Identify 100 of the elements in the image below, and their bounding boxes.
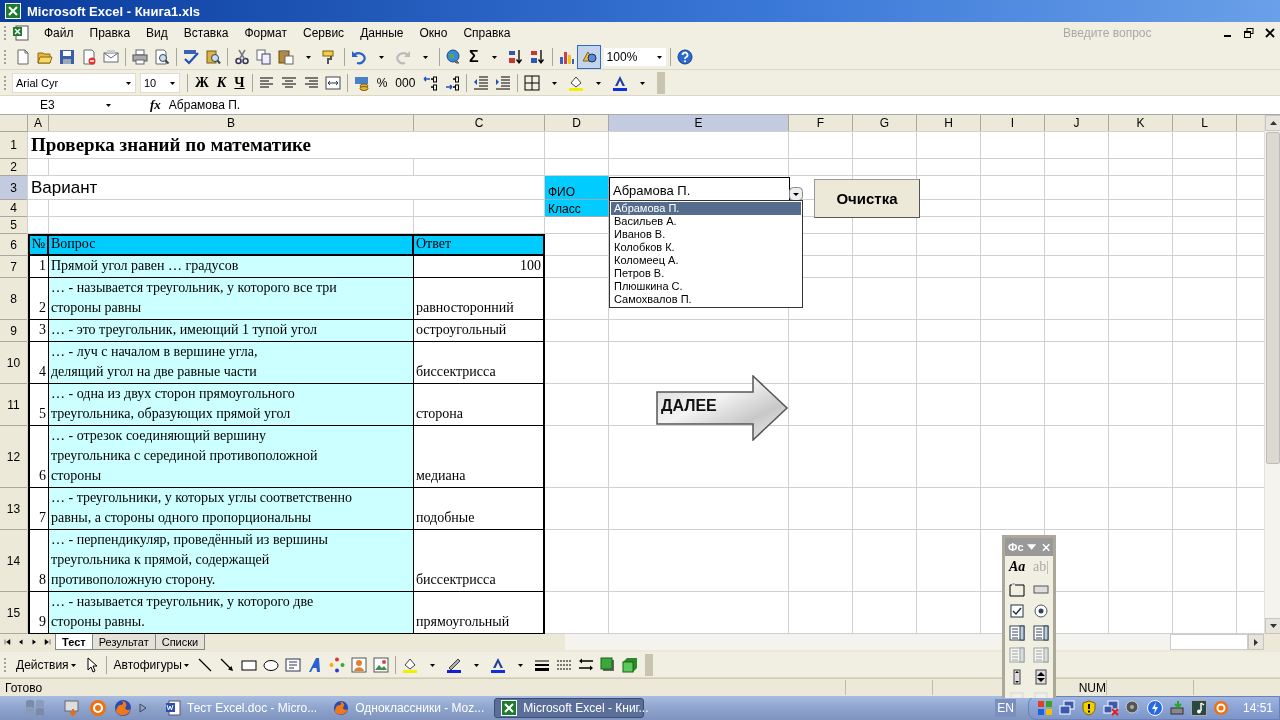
row-header[interactable]: 3 — [0, 176, 28, 200]
row-header[interactable]: 1 — [0, 132, 28, 159]
currency-icon[interactable] — [353, 74, 370, 91]
scroll-thumb[interactable] — [1170, 634, 1248, 650]
sheet-tab[interactable]: Результат — [91, 634, 156, 650]
scroll-down-button[interactable] — [1265, 618, 1280, 634]
name-combo-box[interactable]: Абрамова П. — [609, 177, 790, 201]
decrease-indent-icon[interactable] — [473, 74, 490, 91]
menu-item[interactable]: Формат — [236, 26, 296, 40]
scroll-right-button[interactable] — [1248, 634, 1264, 650]
arrow-icon[interactable] — [218, 656, 235, 673]
menu-item[interactable]: Справка — [455, 26, 519, 40]
print-preview-icon[interactable] — [154, 48, 170, 65]
increase-decimal-icon[interactable] — [422, 74, 439, 91]
thousands-button[interactable]: 000 — [391, 71, 420, 94]
name-box[interactable]: E3 — [0, 97, 112, 113]
fill-color-icon[interactable] — [401, 656, 418, 673]
autosum-button[interactable]: Σ — [465, 45, 483, 68]
list-option[interactable]: Абрамова П. — [611, 202, 801, 215]
last-icon[interactable] — [42, 638, 52, 646]
expand-arrow-icon[interactable] — [139, 703, 147, 713]
align-center-icon[interactable] — [280, 74, 297, 91]
list-option[interactable]: Петров В. — [611, 267, 801, 280]
music-note-icon[interactable] — [1190, 700, 1207, 716]
fill-color-icon[interactable] — [568, 74, 585, 91]
wordart-icon[interactable] — [306, 656, 323, 673]
lightning-icon[interactable] — [1146, 700, 1163, 716]
ring-app-icon[interactable] — [89, 699, 107, 717]
row-header[interactable]: 14 — [0, 530, 28, 592]
group-box-icon[interactable] — [1009, 581, 1025, 597]
start-button-icon[interactable] — [24, 698, 46, 718]
increase-indent-icon[interactable] — [495, 74, 512, 91]
radio-button-icon[interactable] — [1033, 603, 1049, 619]
spelling-icon[interactable] — [183, 48, 199, 65]
label-tool-button[interactable]: Aa — [1008, 559, 1026, 575]
merge-center-icon[interactable] — [324, 74, 341, 91]
clipart-icon[interactable] — [350, 656, 367, 673]
row-header[interactable]: 9 — [0, 320, 28, 342]
close-icon[interactable] — [1265, 28, 1275, 38]
hyperlink-icon[interactable] — [446, 48, 462, 65]
row-header[interactable]: 10 — [0, 342, 28, 384]
email-icon[interactable] — [103, 48, 119, 65]
checkbox-icon[interactable] — [1009, 603, 1025, 619]
row-header[interactable]: 5 — [0, 217, 28, 234]
new-document-icon[interactable] — [15, 48, 31, 65]
horizontal-scrollbar[interactable] — [565, 634, 1264, 650]
spinner-icon[interactable] — [1033, 669, 1049, 685]
row-header[interactable]: 11 — [0, 384, 28, 426]
next-arrow-button[interactable]: ДАЛЕЕ — [656, 375, 789, 441]
list-box-icon[interactable] — [1009, 625, 1025, 641]
percent-button[interactable]: % — [372, 71, 392, 94]
first-icon[interactable] — [3, 638, 13, 646]
research-icon[interactable] — [205, 48, 221, 65]
menu-item[interactable]: Вставка — [175, 26, 237, 40]
list-option[interactable]: Коломеец А. — [611, 254, 801, 267]
row-header[interactable]: 8 — [0, 278, 28, 320]
list-option[interactable]: Самохвалов П. — [611, 293, 801, 306]
device-icon[interactable] — [1168, 700, 1185, 716]
align-left-icon[interactable] — [258, 74, 275, 91]
3d-icon[interactable] — [621, 656, 638, 673]
bold-button[interactable]: Ж — [191, 71, 213, 94]
zoom-dropdown[interactable]: 100% — [602, 46, 667, 67]
row-header[interactable]: 4 — [0, 200, 28, 217]
list-option[interactable]: Плюшкина С. — [611, 280, 801, 293]
font-dropdown[interactable]: Arial Cyr — [12, 72, 136, 93]
menu-item[interactable]: Окно — [411, 26, 456, 40]
autoshapes-menu[interactable]: Автофигуры — [109, 653, 194, 676]
shield-icon[interactable] — [1080, 700, 1097, 716]
save-icon[interactable] — [59, 48, 75, 65]
diagram-icon[interactable] — [328, 656, 345, 673]
align-right-icon[interactable] — [302, 74, 319, 91]
cut-icon[interactable] — [234, 48, 250, 65]
font-color-icon[interactable] — [489, 656, 506, 673]
list-option[interactable]: Иванов В. — [611, 228, 801, 241]
help-search-field[interactable]: Введите вопрос — [1061, 24, 1213, 42]
row-header[interactable]: 7 — [0, 256, 28, 278]
menu-item[interactable]: Данные — [352, 26, 412, 40]
browser-icon[interactable] — [114, 699, 132, 717]
menu-item[interactable]: Правка — [81, 26, 139, 40]
print-icon[interactable] — [132, 48, 148, 65]
undo-icon[interactable] — [351, 48, 367, 65]
menu-item[interactable]: Сервис — [295, 26, 353, 40]
arrow-style-icon[interactable] — [577, 656, 594, 673]
picture-icon[interactable] — [372, 656, 389, 673]
scroll-thumb[interactable] — [1266, 132, 1280, 464]
vertical-scrollbar[interactable] — [1264, 115, 1280, 634]
sort-descending-icon[interactable] — [529, 48, 546, 65]
permission-icon[interactable] — [81, 48, 97, 65]
decrease-decimal-icon[interactable] — [444, 74, 461, 91]
menu-item[interactable]: Вид — [138, 26, 176, 40]
row-header[interactable]: 2 — [0, 159, 28, 176]
line-icon[interactable] — [196, 656, 213, 673]
shadow-icon[interactable] — [599, 656, 616, 673]
restore-icon[interactable] — [1244, 28, 1254, 38]
copy-icon[interactable] — [256, 48, 272, 65]
line-color-icon[interactable] — [445, 656, 462, 673]
sheet-tab[interactable]: Списки — [154, 634, 206, 650]
font-color-icon[interactable] — [612, 74, 629, 91]
list-option[interactable]: Васильев А. — [611, 215, 801, 228]
insert-function-button[interactable]: fx — [150, 97, 161, 113]
